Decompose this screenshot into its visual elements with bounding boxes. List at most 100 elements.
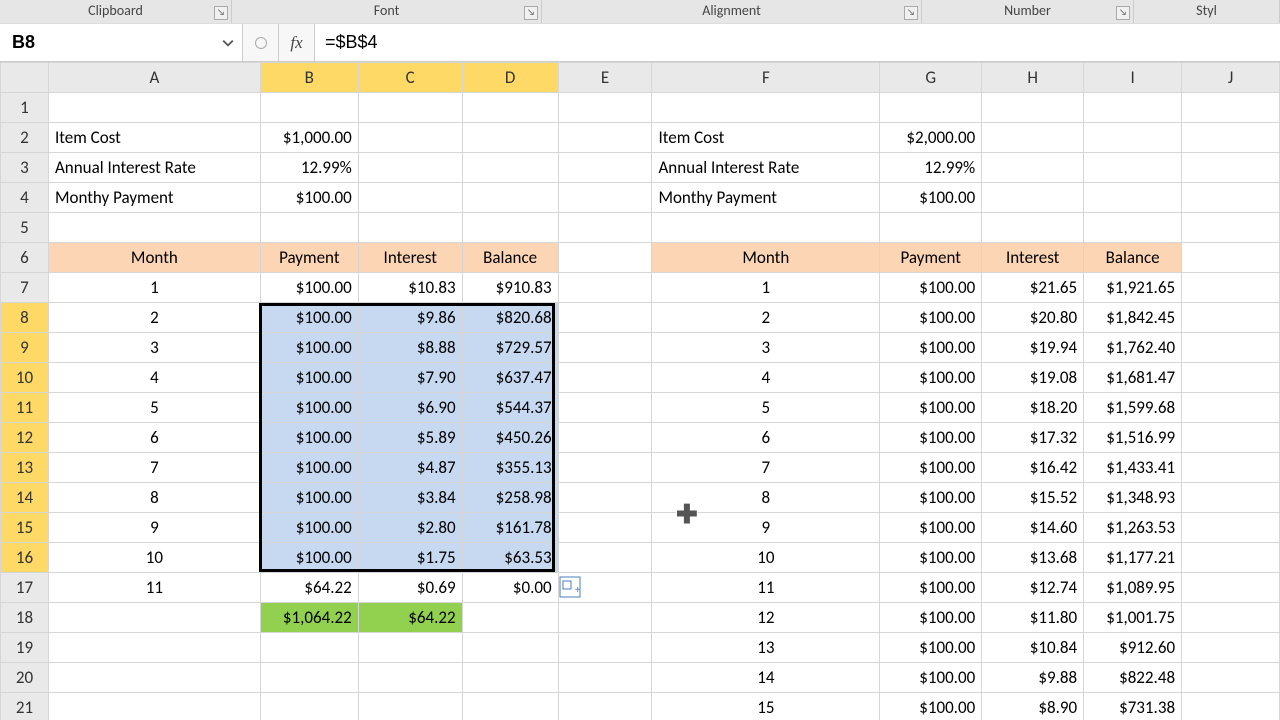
cell-G11[interactable]: $100.00 <box>880 393 982 423</box>
cell-J10[interactable] <box>1182 363 1280 393</box>
cell-E12[interactable] <box>558 423 652 453</box>
cell-G10[interactable]: $100.00 <box>880 363 982 393</box>
cell-H9[interactable]: $19.94 <box>982 333 1084 363</box>
cell-A1[interactable] <box>48 93 260 123</box>
row-header-5[interactable]: 5 <box>1 213 49 243</box>
cell-D21[interactable] <box>462 693 558 720</box>
cell-J9[interactable] <box>1182 333 1280 363</box>
cell-H13[interactable]: $16.42 <box>982 453 1084 483</box>
dialog-launcher-icon[interactable]: ↘ <box>214 6 228 20</box>
cell-C21[interactable] <box>358 693 462 720</box>
formula-input[interactable] <box>315 24 1280 61</box>
row-header-20[interactable]: 20 <box>1 663 49 693</box>
cell-D7[interactable]: $910.83 <box>462 273 558 303</box>
cell-G4[interactable]: $100.00 <box>880 183 982 213</box>
row-header-17[interactable]: 17 <box>1 573 49 603</box>
cell-D17[interactable]: $0.00 <box>462 573 558 603</box>
ribbon-group-clipboard[interactable]: Clipboard ↘ <box>0 0 232 23</box>
cell-A16[interactable]: 10 <box>48 543 260 573</box>
cell-C20[interactable] <box>358 663 462 693</box>
cell-D12[interactable]: $450.26 <box>462 423 558 453</box>
cell-G16[interactable]: $100.00 <box>880 543 982 573</box>
cell-B21[interactable] <box>260 693 358 720</box>
cell-I13[interactable]: $1,433.41 <box>1084 453 1182 483</box>
cell-G14[interactable]: $100.00 <box>880 483 982 513</box>
cell-D20[interactable] <box>462 663 558 693</box>
cell-J21[interactable] <box>1182 693 1280 720</box>
cell-F8[interactable]: 2 <box>652 303 880 333</box>
row-header-6[interactable]: 6 <box>1 243 49 273</box>
dialog-launcher-icon[interactable]: ↘ <box>904 6 918 20</box>
cell-F5[interactable] <box>652 213 880 243</box>
cell-G8[interactable]: $100.00 <box>880 303 982 333</box>
cell-G20[interactable]: $100.00 <box>880 663 982 693</box>
cell-H19[interactable]: $10.84 <box>982 633 1084 663</box>
row-header-4[interactable]: 4 <box>1 183 49 213</box>
cell-H18[interactable]: $11.80 <box>982 603 1084 633</box>
cell-I1[interactable] <box>1084 93 1182 123</box>
cell-I21[interactable]: $731.38 <box>1084 693 1182 720</box>
cell-H15[interactable]: $14.60 <box>982 513 1084 543</box>
cell-A11[interactable]: 5 <box>48 393 260 423</box>
cell-J13[interactable] <box>1182 453 1280 483</box>
cell-I12[interactable]: $1,516.99 <box>1084 423 1182 453</box>
cell-I11[interactable]: $1,599.68 <box>1084 393 1182 423</box>
row-header-12[interactable]: 12 <box>1 423 49 453</box>
cell-E1[interactable] <box>558 93 652 123</box>
cell-B16[interactable]: $100.00 <box>260 543 358 573</box>
cell-I15[interactable]: $1,263.53 <box>1084 513 1182 543</box>
row-header-2[interactable]: 2 <box>1 123 49 153</box>
cell-D13[interactable]: $355.13 <box>462 453 558 483</box>
cell-G5[interactable] <box>880 213 982 243</box>
cell-E21[interactable] <box>558 693 652 720</box>
name-box[interactable] <box>0 24 243 61</box>
insert-function-button[interactable]: fx <box>279 24 315 61</box>
cell-H12[interactable]: $17.32 <box>982 423 1084 453</box>
cell-I14[interactable]: $1,348.93 <box>1084 483 1182 513</box>
cell-H20[interactable]: $9.88 <box>982 663 1084 693</box>
cell-F11[interactable]: 5 <box>652 393 880 423</box>
cell-H21[interactable]: $8.90 <box>982 693 1084 720</box>
cell-J5[interactable] <box>1182 213 1280 243</box>
cell-C5[interactable] <box>358 213 462 243</box>
cell-D9[interactable]: $729.57 <box>462 333 558 363</box>
cell-J19[interactable] <box>1182 633 1280 663</box>
cell-I5[interactable] <box>1084 213 1182 243</box>
cell-F18[interactable]: 12 <box>652 603 880 633</box>
cell-E9[interactable] <box>558 333 652 363</box>
cell-G7[interactable]: $100.00 <box>880 273 982 303</box>
cell-A19[interactable] <box>48 633 260 663</box>
cell-D2[interactable] <box>462 123 558 153</box>
cell-G18[interactable]: $100.00 <box>880 603 982 633</box>
row-header-16[interactable]: 16 <box>1 543 49 573</box>
worksheet[interactable]: ABCDEFGHIJ12Item Cost$1,000.00Item Cost$… <box>0 62 1280 720</box>
row-header-3[interactable]: 3 <box>1 153 49 183</box>
cell-B2[interactable]: $1,000.00 <box>260 123 358 153</box>
cell-F10[interactable]: 4 <box>652 363 880 393</box>
cell-D1[interactable] <box>462 93 558 123</box>
cell-C3[interactable] <box>358 153 462 183</box>
cell-J16[interactable] <box>1182 543 1280 573</box>
cell-I3[interactable] <box>1084 153 1182 183</box>
cell-C7[interactable]: $10.83 <box>358 273 462 303</box>
column-header-H[interactable]: H <box>982 63 1084 93</box>
cell-A14[interactable]: 8 <box>48 483 260 513</box>
cell-F13[interactable]: 7 <box>652 453 880 483</box>
cell-E10[interactable] <box>558 363 652 393</box>
cell-A17[interactable]: 11 <box>48 573 260 603</box>
cell-F1[interactable] <box>652 93 880 123</box>
cell-F19[interactable]: 13 <box>652 633 880 663</box>
column-header-J[interactable]: J <box>1182 63 1280 93</box>
cell-H6[interactable]: Interest <box>982 243 1084 273</box>
cell-I16[interactable]: $1,177.21 <box>1084 543 1182 573</box>
cell-D16[interactable]: $63.53 <box>462 543 558 573</box>
cell-H11[interactable]: $18.20 <box>982 393 1084 423</box>
cell-C16[interactable]: $1.75 <box>358 543 462 573</box>
cell-B9[interactable]: $100.00 <box>260 333 358 363</box>
cell-I8[interactable]: $1,842.45 <box>1084 303 1182 333</box>
cell-B20[interactable] <box>260 663 358 693</box>
cell-J17[interactable] <box>1182 573 1280 603</box>
cell-B19[interactable] <box>260 633 358 663</box>
cell-J20[interactable] <box>1182 663 1280 693</box>
cell-G6[interactable]: Payment <box>880 243 982 273</box>
